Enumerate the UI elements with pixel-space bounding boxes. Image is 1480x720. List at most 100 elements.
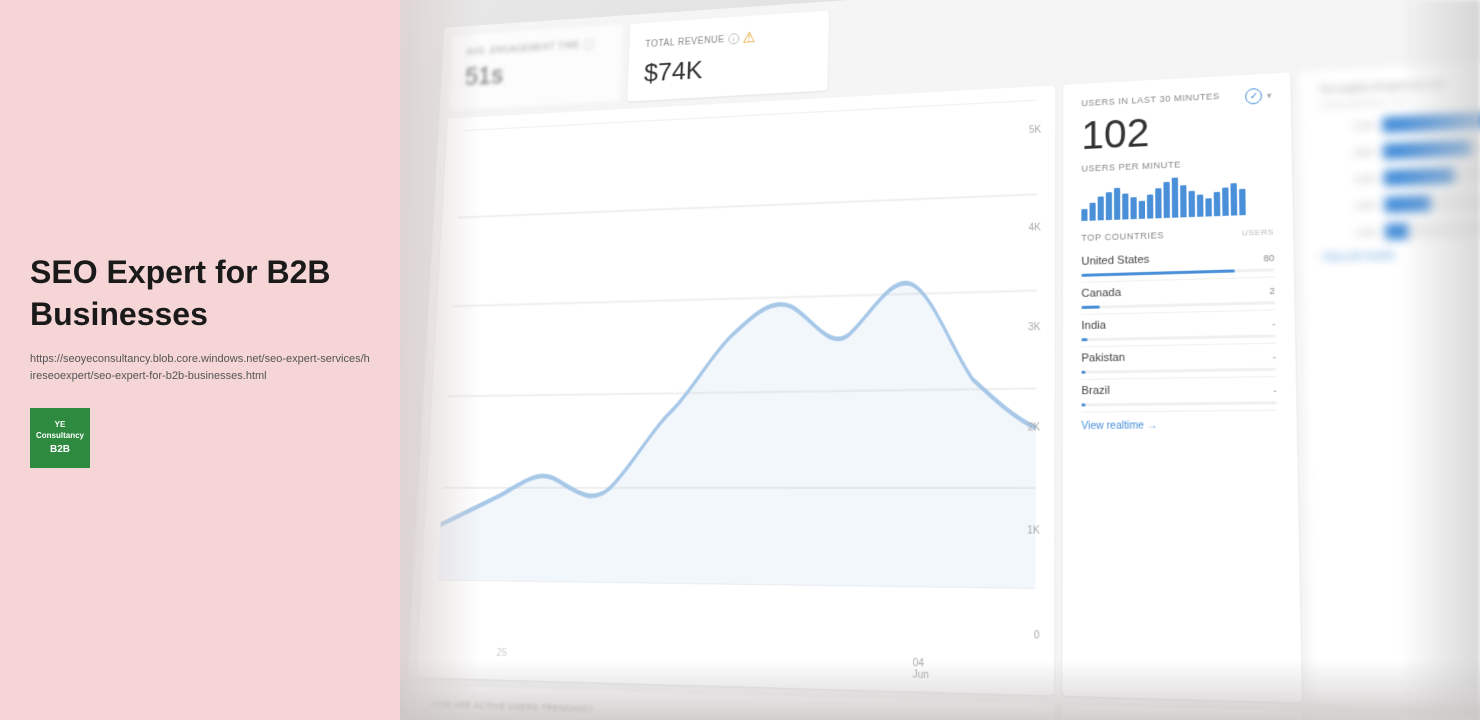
country-row-pk: Pakistan - [1081, 344, 1276, 380]
country-row-br: Brazil - [1081, 377, 1276, 413]
country-bar-in [1081, 334, 1275, 341]
country-row-ca: Canada 2 [1081, 277, 1275, 315]
country-value-br: - [1273, 385, 1276, 396]
h-bar-row: 130k [1321, 192, 1480, 215]
analytics-panel: Avg. engagement time i 51s Total revenue… [400, 0, 1480, 720]
revenue-info-icon: i [728, 33, 739, 45]
logo-text: YE Consultancy B2B [34, 420, 86, 456]
revenue-value: $74K [644, 49, 812, 88]
h-bar-track [1384, 192, 1480, 213]
mini-bar [1230, 183, 1237, 216]
country-name-us: United States [1081, 254, 1149, 268]
line-chart-card: 5K 4K 3K 2K 1K 0 [416, 85, 1055, 695]
how-trending-card: User activity over time [1062, 704, 1303, 720]
x-label-4: 04Jun [913, 658, 930, 681]
per-minute-label: USERS PER MINUTE [1081, 155, 1272, 173]
bar-chart-subtitle: Is this experience, too... [1319, 92, 1480, 110]
h-bar-row: 140k [1320, 165, 1480, 189]
country-bar-br [1081, 401, 1276, 406]
revenue-card: Total revenue i ⚠ $74K [627, 11, 829, 102]
h-bar-label: 150k [1320, 147, 1375, 160]
h-bar-track [1383, 165, 1480, 186]
x-label-2 [636, 651, 637, 673]
mini-bar [1172, 177, 1179, 217]
chart-y-labels: 5K 4K 3K 2K 1K 0 [1027, 125, 1042, 642]
dashboard-content: Avg. engagement time i 51s Total revenue… [404, 0, 1480, 720]
line-chart-svg [437, 100, 1037, 589]
mini-bar [1090, 203, 1096, 221]
y-label-1k: 1K [1027, 525, 1040, 537]
country-name-ca: Canada [1081, 287, 1121, 300]
left-panel: SEO Expert for B2B Businesses https://se… [0, 0, 400, 720]
mini-bar-chart [1081, 174, 1273, 221]
top-countries-header: TOP COUNTRIES USERS [1081, 226, 1274, 243]
h-bar-label: 140k [1320, 173, 1375, 185]
h-bar-row: 170k [1319, 111, 1480, 136]
y-label-3k: 3K [1028, 322, 1040, 333]
country-bar-pk [1081, 368, 1276, 374]
mini-bar [1239, 189, 1246, 216]
engagement-value: 51s [464, 54, 606, 91]
users-card: USERS IN LAST 30 MINUTES ✓ ▾ 102 USERS P… [1062, 72, 1302, 702]
mini-bar [1081, 209, 1087, 221]
h-bar-label: 130k [1321, 200, 1376, 212]
country-row-us: United States 80 [1081, 245, 1274, 283]
chart-x-labels: 25 04Jun [433, 646, 1002, 683]
mini-bar [1130, 197, 1136, 219]
mini-bar [1214, 192, 1221, 216]
bar-chart-card: The heights all types you use Is this ex… [1299, 60, 1480, 710]
h-bar-row: 150k [1320, 138, 1480, 162]
mini-bar [1189, 191, 1196, 217]
y-label-4k: 4K [1029, 222, 1041, 233]
users-card-title: USERS IN LAST 30 MINUTES [1081, 91, 1219, 108]
bar-chart-title: The heights all types you use [1318, 75, 1480, 95]
mini-bar [1098, 196, 1104, 220]
mini-bar [1147, 194, 1153, 218]
country-bar-ca [1081, 301, 1275, 309]
h-bar-track [1385, 219, 1480, 240]
y-label-5k: 5K [1029, 125, 1041, 136]
mini-bar [1180, 185, 1187, 217]
mini-bar [1122, 193, 1128, 219]
horizontal-bars: 170k 150k 140k [1319, 111, 1480, 242]
y-label-2k: 2K [1028, 423, 1041, 434]
country-value-ca: 2 [1269, 285, 1275, 295]
y-label-0: 0 [1034, 630, 1040, 642]
country-name-pk: Pakistan [1081, 352, 1125, 365]
x-label-1: 25 [496, 648, 507, 670]
info-icon: i [583, 39, 594, 50]
page-url[interactable]: https://seoyeconsultancy.blob.core.windo… [30, 351, 370, 384]
country-value-us: 80 [1263, 252, 1274, 263]
engagement-card: Avg. engagement time i 51s [448, 24, 623, 111]
users-count: 102 [1081, 107, 1272, 156]
page-title: SEO Expert for B2B Businesses [30, 252, 370, 335]
country-value-in: - [1272, 318, 1275, 328]
mini-bar [1155, 188, 1161, 218]
view-all-link[interactable]: View all results [1322, 247, 1480, 264]
check-icon: ✓ [1245, 88, 1262, 105]
warning-icon: ⚠ [742, 28, 756, 47]
mini-bar [1106, 192, 1112, 220]
dashboard-wrapper: Avg. engagement time i 51s Total revenue… [404, 0, 1480, 720]
mini-bar [1205, 198, 1212, 216]
logo-box: YE Consultancy B2B [30, 408, 90, 468]
country-name-in: India [1081, 320, 1106, 333]
view-realtime-link[interactable]: View realtime → [1081, 419, 1277, 432]
country-row-in: India - [1081, 310, 1275, 347]
trending-label: HOW ARE ACTIVE USERS TRENDING? [430, 699, 1035, 720]
mini-bar [1222, 187, 1229, 215]
h-bar-track [1382, 111, 1480, 133]
mini-bar [1114, 188, 1120, 220]
mini-bar [1139, 201, 1145, 219]
country-value-pk: - [1273, 351, 1276, 361]
mini-bar [1163, 182, 1170, 218]
secondary-card-2 [1311, 712, 1480, 720]
h-bar-row: 120k [1321, 219, 1480, 242]
mini-bar [1197, 194, 1204, 216]
country-name-br: Brazil [1081, 385, 1110, 398]
x-label-3 [772, 654, 773, 677]
main-chart-area: 5K 4K 3K 2K 1K 0 [416, 60, 1480, 710]
h-bar-label: 170k [1319, 120, 1373, 133]
h-bar-track [1383, 138, 1480, 160]
h-bar-label: 120k [1321, 227, 1376, 239]
